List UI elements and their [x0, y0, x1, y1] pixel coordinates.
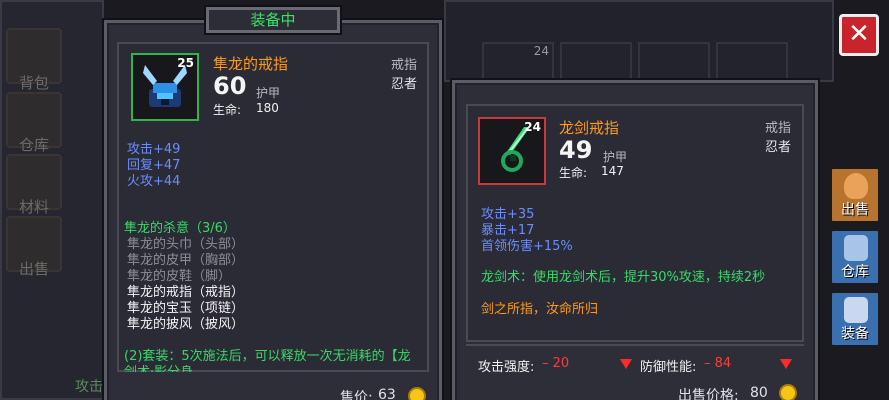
- candidate-item-level: 24: [524, 120, 541, 134]
- candidate-item-icon-box: 24: [478, 117, 546, 185]
- compare-divider: [466, 344, 804, 346]
- set-bonus-text-cutoff: 剑术·影分身: [124, 365, 193, 372]
- sell-button[interactable]: 出售: [829, 166, 881, 224]
- set-piece: 隼龙的戒指（戒指）: [127, 285, 245, 300]
- candidate-price-label: 出售价格:: [678, 388, 739, 400]
- set-piece: 隼龙的皮甲（胸部）: [127, 253, 245, 268]
- candidate-hp-label: 生命:: [559, 166, 588, 180]
- warehouse-icon: [844, 235, 868, 261]
- equip-button-label: 装备: [841, 326, 869, 342]
- equip-button[interactable]: 装备: [829, 290, 881, 348]
- equipped-armor-label: 护甲: [256, 86, 281, 100]
- candidate-price-value: 80: [750, 385, 768, 400]
- candidate-item-type: 戒指: [765, 121, 792, 136]
- equipped-header-tab: 装备中: [204, 5, 342, 35]
- defense-compare-value: – 84: [704, 356, 732, 371]
- defense-decrease-icon: [780, 359, 792, 369]
- set-piece: 隼龙的宝玉（项链）: [127, 301, 245, 316]
- set-piece: 隼龙的头巾（头部）: [127, 237, 245, 252]
- candidate-stat: 暴击+17: [481, 223, 535, 238]
- equipped-item-icon-box: 25: [131, 53, 199, 121]
- set-piece: 隼龙的皮鞋（脚）: [127, 269, 232, 284]
- close-icon: ✕: [848, 19, 870, 49]
- side-tab-materials-label: 材料: [18, 198, 49, 216]
- side-tab-backpack-label: 背包: [18, 74, 49, 92]
- warehouse-button[interactable]: 仓库: [829, 228, 881, 286]
- candidate-item-class: 忍者: [765, 140, 792, 155]
- coin-icon: [408, 387, 426, 400]
- equipped-stat: 回复+47: [127, 158, 181, 173]
- equipped-item-type: 戒指: [391, 58, 418, 73]
- background-attack-label: 攻击: [75, 379, 103, 395]
- candidate-armor-label: 护甲: [603, 150, 628, 164]
- equipped-hp-label: 生命:: [213, 103, 242, 117]
- equipped-hp-value: 180: [256, 101, 279, 115]
- set-title: 隼龙的杀意（3/6）: [124, 221, 236, 236]
- equipped-price-value: 63: [378, 387, 396, 400]
- candidate-item-name: 龙剑戒指: [559, 119, 620, 137]
- attack-compare-value: – 20: [542, 356, 570, 371]
- candidate-stat: 攻击+35: [481, 207, 535, 222]
- defense-compare-label: 防御性能:: [640, 360, 697, 375]
- candidate-hp-value: 147: [601, 164, 624, 178]
- attack-compare-label: 攻击强度:: [478, 360, 535, 375]
- equipped-item-class: 忍者: [391, 77, 418, 92]
- candidate-flavor-text: 剑之所指，汝命所归: [481, 302, 599, 317]
- close-button[interactable]: ✕: [839, 14, 879, 56]
- side-tab-sell-label: 出售: [18, 260, 49, 278]
- candidate-armor-value: 49: [559, 136, 593, 164]
- attack-decrease-icon: [620, 359, 632, 369]
- equipped-item-name: 隼龙的戒指: [213, 55, 289, 73]
- money-bag-icon: [844, 173, 868, 199]
- equipped-stat: 火攻+44: [127, 174, 181, 189]
- equipped-item-level: 25: [177, 56, 194, 70]
- equipped-armor-value: 60: [213, 72, 247, 100]
- candidate-skill-text: 龙剑术：使用龙剑术后，提升30%攻速，持续2秒: [481, 270, 766, 285]
- set-piece: 隼龙的披风（披风）: [127, 317, 245, 332]
- equipped-stat: 攻击+49: [127, 142, 181, 157]
- armor-icon: [844, 297, 868, 323]
- candidate-stat: 首领伤害+15%: [481, 239, 573, 254]
- warehouse-button-label: 仓库: [841, 264, 869, 280]
- side-tab-warehouse-label: 仓库: [18, 136, 49, 154]
- background-slot-level: 24: [533, 44, 549, 58]
- equipped-price-label: 售价:: [340, 390, 373, 400]
- sell-button-label: 出售: [841, 202, 869, 218]
- set-bonus-text: (2)套装：5次施法后，可以释放一次无消耗的【龙: [124, 349, 411, 364]
- coin-icon: [779, 384, 797, 400]
